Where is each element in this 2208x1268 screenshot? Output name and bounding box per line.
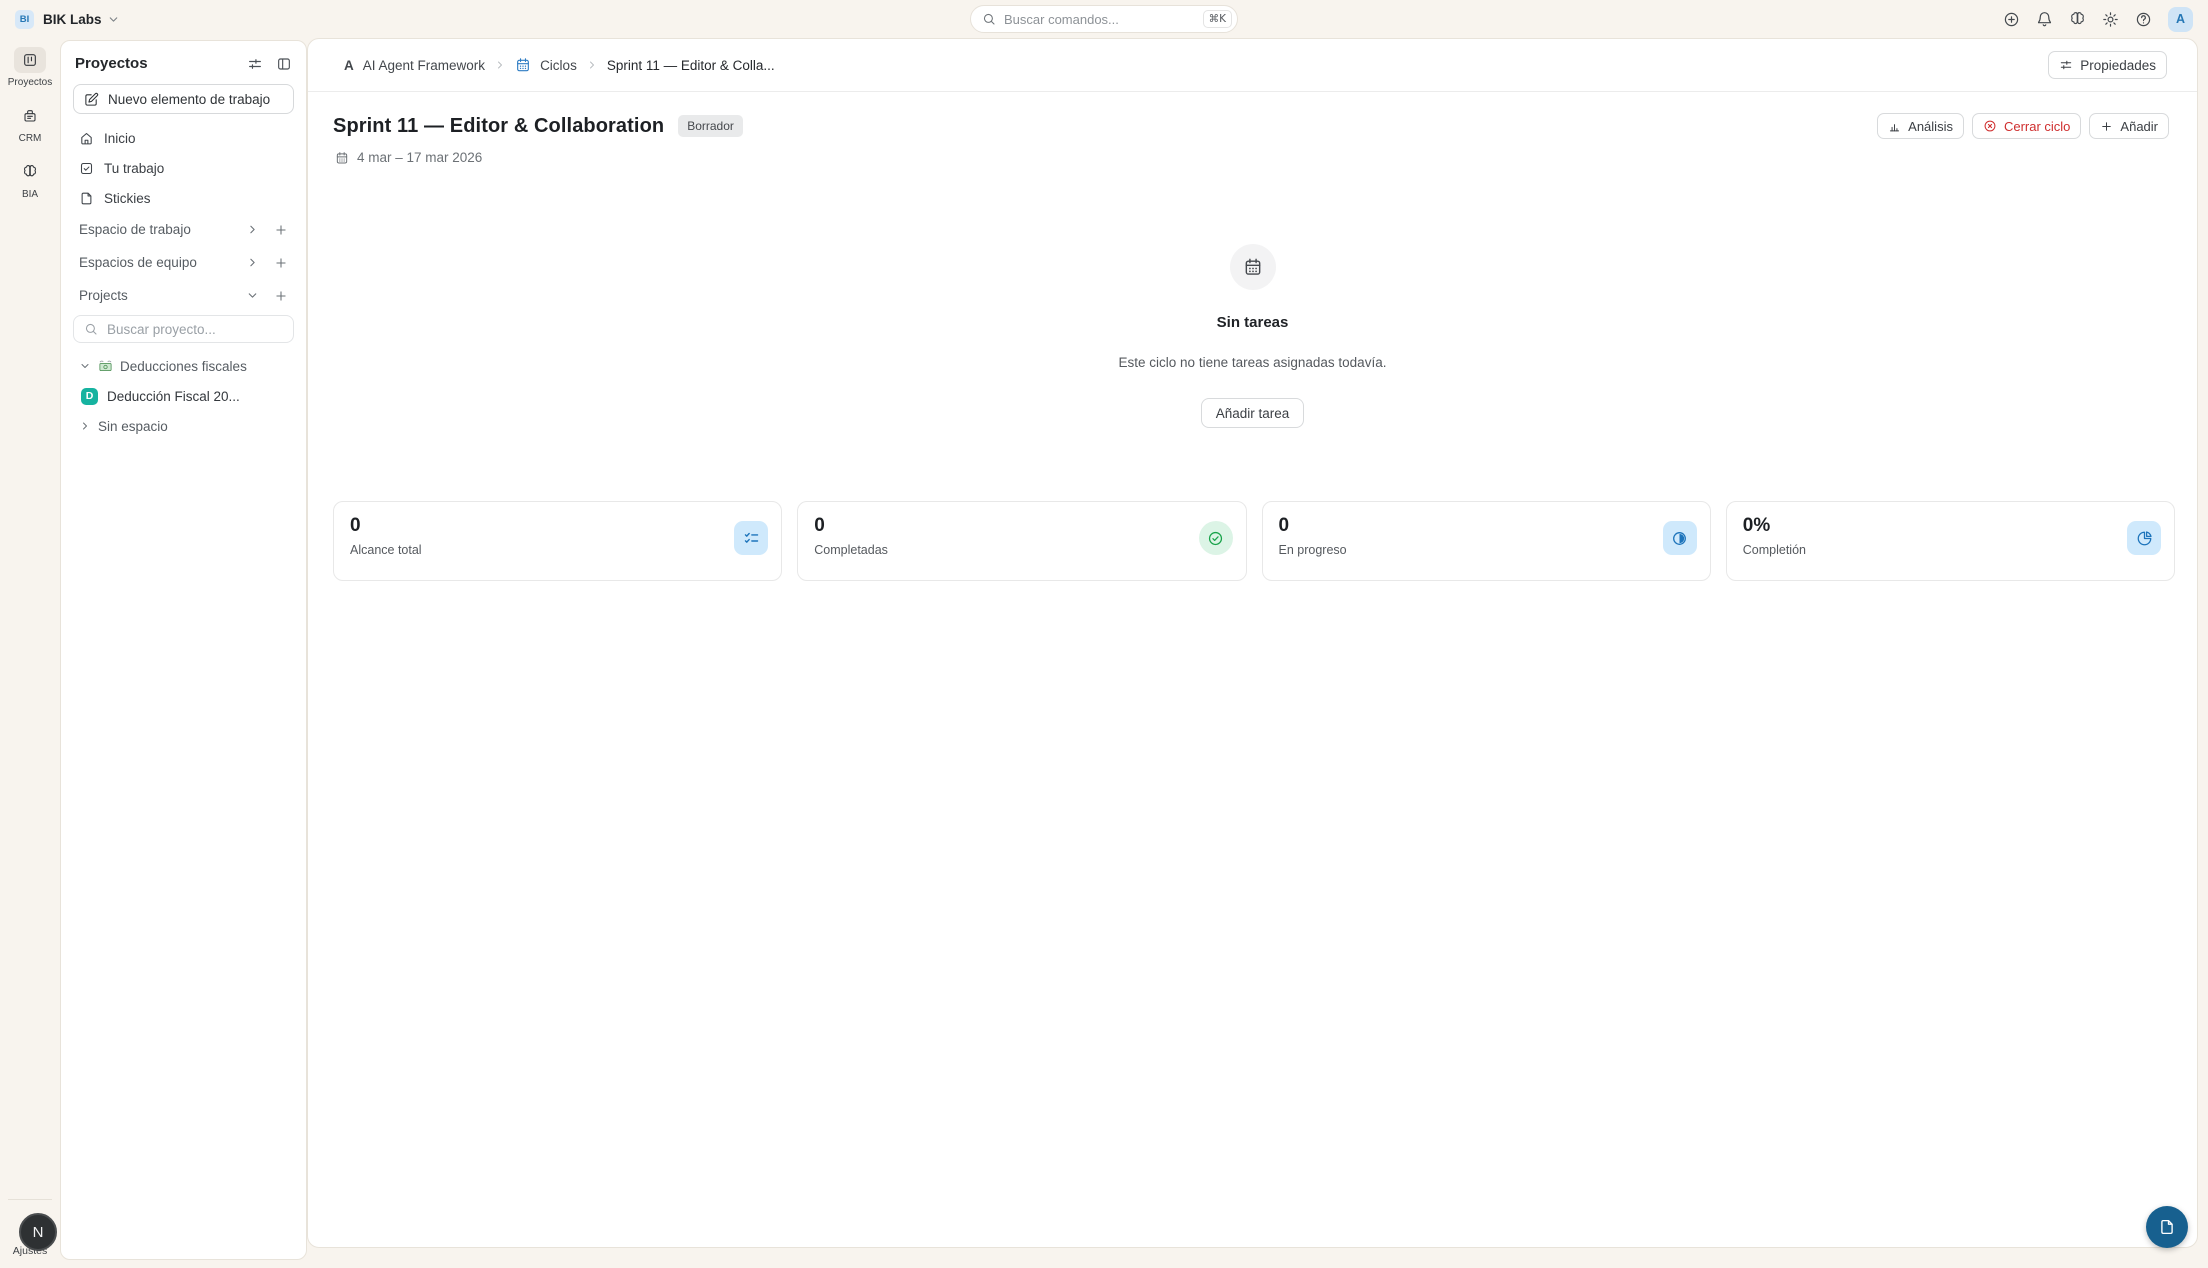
brain-icon: [22, 164, 38, 180]
add-button[interactable]: Añadir: [2089, 113, 2169, 139]
cycle-stats: 0 Alcance total 0 Completadas 0 En progr…: [333, 501, 2175, 581]
check-square-icon: [79, 161, 94, 176]
rail-item-crm[interactable]: CRM: [14, 103, 46, 144]
stat-card-completadas: 0 Completadas: [797, 501, 1246, 581]
workspace-logo[interactable]: BI: [15, 10, 34, 29]
stat-card-completion: 0% Completión: [1726, 501, 2175, 581]
search-icon: [84, 322, 98, 336]
section-espacio-de-trabajo[interactable]: Espacio de trabajo: [72, 213, 295, 246]
bia-brain-icon[interactable]: [2069, 11, 2086, 28]
edit-icon: [84, 92, 99, 107]
user-avatar[interactable]: A: [2168, 7, 2193, 32]
chevron-down-icon[interactable]: [79, 360, 91, 372]
chevron-right-icon[interactable]: [246, 256, 259, 269]
calendar-icon: [335, 151, 349, 165]
bar-chart-icon: [1888, 120, 1901, 133]
sliders-icon: [2059, 58, 2073, 72]
pie-chart-icon: [2136, 530, 2153, 547]
note-icon: [79, 191, 94, 206]
breadcrumb: A AI Agent Framework Ciclos Sprint 11 — …: [308, 39, 2197, 91]
plus-circle-icon[interactable]: [2003, 11, 2020, 28]
properties-button[interactable]: Propiedades: [2048, 51, 2167, 79]
help-icon[interactable]: [2135, 11, 2152, 28]
breadcrumb-project-logo[interactable]: A: [344, 58, 354, 73]
calendar-icon: [1243, 257, 1263, 277]
add-project-icon[interactable]: [274, 289, 288, 303]
search-shortcut-badge: ⌘K: [1203, 10, 1232, 29]
section-projects[interactable]: Projects: [72, 279, 295, 312]
empty-state: Sin tareas Este ciclo no tiene tareas as…: [308, 244, 2197, 428]
empty-state-calendar-badge: [1230, 244, 1276, 290]
rail-divider: [8, 1199, 52, 1200]
top-bar: BI BIK Labs ⌘K A: [0, 0, 2208, 38]
sidebar-item-tu-trabajo[interactable]: Tu trabajo: [72, 153, 295, 183]
project-group-sin-espacio[interactable]: Sin espacio: [72, 411, 295, 441]
command-search[interactable]: ⌘K: [970, 5, 1238, 33]
chevron-right-icon: [494, 59, 506, 71]
stat-card-alcance-total: 0 Alcance total: [333, 501, 782, 581]
breadcrumb-current: Sprint 11 — Editor & Colla...: [607, 58, 775, 73]
add-icon[interactable]: [274, 223, 288, 237]
cycles-calendar-icon: [515, 57, 531, 73]
rail-item-proyectos[interactable]: Proyectos: [8, 47, 52, 88]
empty-state-title: Sin tareas: [308, 314, 2197, 331]
collapse-panel-icon[interactable]: [276, 56, 292, 72]
add-icon[interactable]: [274, 256, 288, 270]
chevron-right-icon[interactable]: [246, 223, 259, 236]
checklist-icon: [743, 530, 760, 547]
project-badge: D: [81, 388, 98, 405]
x-circle-icon: [1983, 119, 1997, 133]
project-search[interactable]: [73, 315, 294, 343]
settings-gear-icon[interactable]: [2102, 11, 2119, 28]
pages-fab-button[interactable]: [2146, 1206, 2188, 1248]
sidebar-item-stickies[interactable]: Stickies: [72, 183, 295, 213]
status-badge: Borrador: [678, 115, 743, 137]
search-icon: [982, 12, 996, 26]
empty-state-description: Este ciclo no tiene tareas asignadas tod…: [308, 355, 2197, 370]
cycle-title-row: Sprint 11 — Editor & Collaboration Borra…: [308, 92, 2197, 139]
analysis-button[interactable]: Análisis: [1877, 113, 1964, 139]
close-cycle-button[interactable]: Cerrar ciclo: [1972, 113, 2081, 139]
plus-icon: [2100, 120, 2113, 133]
check-circle-icon: [1207, 530, 1224, 547]
user-menu-bubble[interactable]: N: [19, 1213, 57, 1251]
cycle-date-range: 4 mar – 17 mar 2026: [308, 139, 2197, 165]
kanban-icon: [22, 52, 38, 68]
stat-card-en-progreso: 0 En progreso: [1262, 501, 1711, 581]
chevron-right-icon: [586, 59, 598, 71]
chevron-right-icon[interactable]: [79, 420, 91, 432]
topbar-actions: A: [2003, 7, 2193, 32]
notifications-bell-icon[interactable]: [2036, 11, 2053, 28]
filter-sliders-icon[interactable]: [247, 56, 263, 72]
chevron-down-icon[interactable]: [246, 289, 259, 302]
projects-sidebar: Proyectos Nuevo elemento de trabajo Inic…: [60, 40, 307, 1260]
sidebar-header: Proyectos: [72, 50, 295, 77]
main-panel: A AI Agent Framework Ciclos Sprint 11 — …: [307, 38, 2198, 1248]
breadcrumb-cycles[interactable]: Ciclos: [540, 58, 577, 73]
command-search-input[interactable]: [1004, 12, 1195, 27]
breadcrumb-project[interactable]: AI Agent Framework: [363, 58, 485, 73]
sidebar-title: Proyectos: [75, 55, 247, 72]
cycle-title: Sprint 11 — Editor & Collaboration: [333, 115, 664, 138]
workspace-name[interactable]: BIK Labs: [43, 12, 102, 27]
home-icon: [79, 131, 94, 146]
add-task-button[interactable]: Añadir tarea: [1201, 398, 1305, 428]
project-search-input[interactable]: [107, 322, 283, 337]
project-group-deducciones[interactable]: Deducciones fiscales: [72, 351, 295, 381]
app-rail: Proyectos CRM BIA Ajustes N: [0, 38, 60, 1268]
sidebar-item-inicio[interactable]: Inicio: [72, 123, 295, 153]
section-espacios-de-equipo[interactable]: Espacios de equipo: [72, 246, 295, 279]
rail-item-bia[interactable]: BIA: [14, 159, 46, 200]
new-work-item-button[interactable]: Nuevo elemento de trabajo: [73, 84, 294, 114]
money-icon: [98, 359, 113, 374]
chevron-down-icon[interactable]: [107, 13, 120, 26]
project-item-deduccion-fiscal[interactable]: D Deducción Fiscal 20...: [72, 381, 295, 411]
crm-icon: [22, 108, 38, 124]
half-circle-icon: [1671, 530, 1688, 547]
document-icon: [2158, 1218, 2176, 1236]
